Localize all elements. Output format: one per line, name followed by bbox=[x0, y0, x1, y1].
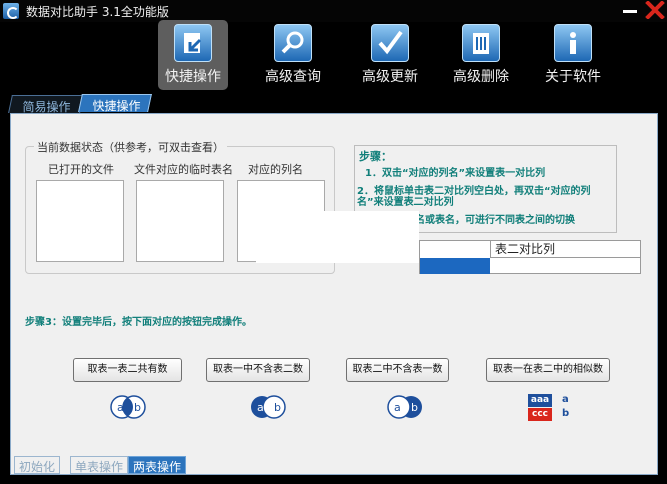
toolbar-label: 快捷操作 bbox=[165, 69, 221, 85]
tab-two-tables[interactable]: 两表操作 bbox=[128, 456, 187, 474]
temp-table-list[interactable] bbox=[136, 180, 224, 262]
similar-icon-top: aaa bbox=[528, 394, 552, 407]
toolbar-quick-operation-button[interactable]: 快捷操作 bbox=[158, 20, 228, 90]
toolbar-label: 高级更新 bbox=[362, 69, 418, 85]
blank-overlay bbox=[256, 211, 419, 263]
group-title: 当前数据状态（供参考，可双击查看） bbox=[34, 139, 227, 155]
toolbar-advanced-query-button[interactable]: 高级查询 bbox=[258, 20, 328, 90]
tab-initialize[interactable]: 初始化 bbox=[14, 456, 61, 474]
column-name-header: 对应的列名 bbox=[248, 163, 303, 176]
toolbar-advanced-delete-button[interactable]: 高级删除 bbox=[446, 20, 516, 90]
tab-simple-operation[interactable]: 简易操作 bbox=[8, 95, 84, 114]
opened-files-list[interactable] bbox=[36, 180, 124, 262]
common-data-button[interactable]: 取表一表二共有数 bbox=[73, 358, 182, 382]
checkmark-icon bbox=[371, 24, 409, 62]
svg-text:a: a bbox=[394, 401, 401, 414]
step-2b-text: 名或表名，可进行不同表之间的切换 bbox=[415, 215, 575, 226]
similar-data-button[interactable]: 取表一在表二中的相似数 bbox=[486, 358, 610, 382]
opened-files-header: 已打开的文件 bbox=[48, 163, 114, 176]
svg-text:b: b bbox=[134, 401, 141, 414]
toolbar-label: 高级删除 bbox=[453, 69, 509, 85]
toolbar-about-button[interactable]: 关于软件 bbox=[538, 20, 608, 90]
title-bar: 数据对比助手 3.1全功能版 bbox=[0, 0, 667, 22]
similar-icon-bottom: ccc bbox=[528, 408, 552, 421]
venn-b-minus-a-icon: a b bbox=[387, 395, 422, 419]
selected-cell[interactable] bbox=[420, 258, 490, 274]
toolbar-label: 高级查询 bbox=[265, 69, 321, 85]
svg-text:a: a bbox=[117, 401, 124, 414]
steps-title: 步骤： bbox=[359, 150, 392, 163]
tab-single-table[interactable]: 单表操作 bbox=[70, 456, 129, 474]
table-header: 表二对比列 bbox=[490, 241, 641, 258]
app-window: 数据对比助手 3.1全功能版 快捷操作 高级查询 高级更新 高级删除 关于软件 bbox=[0, 0, 667, 484]
svg-text:b: b bbox=[411, 401, 418, 414]
step-1-text: 1．双击“对应的列名”来设置表一对比列 bbox=[365, 168, 546, 179]
venn-intersection-icon: a b bbox=[110, 395, 146, 419]
close-icon bbox=[645, 0, 665, 20]
similar-match-icon: aaa ccc a b bbox=[528, 394, 578, 422]
toolbar-label: 关于软件 bbox=[545, 69, 601, 85]
svg-text:b: b bbox=[274, 401, 281, 414]
tab-label: 快捷操作 bbox=[92, 99, 141, 113]
toolbar-advanced-update-button[interactable]: 高级更新 bbox=[355, 20, 425, 90]
svg-text:a: a bbox=[257, 401, 264, 414]
step-2-text: 2．将鼠标单击表二对比列空白处，再双击“对应的列名”来设置表二对比列 bbox=[357, 186, 591, 208]
info-icon bbox=[554, 24, 592, 62]
minimize-button[interactable] bbox=[620, 2, 640, 18]
similar-icon-a: a bbox=[562, 394, 569, 405]
compare-column-table[interactable]: 表二对比列 bbox=[419, 240, 641, 274]
step-3-text: 步骤3：设置完毕后，按下面对应的按钮完成操作。 bbox=[25, 317, 252, 328]
window-title: 数据对比助手 3.1全功能版 bbox=[26, 5, 169, 19]
tab-quick-operation[interactable]: 快捷操作 bbox=[78, 94, 152, 113]
venn-a-minus-b-icon: a b bbox=[251, 395, 286, 419]
search-icon bbox=[274, 24, 312, 62]
close-button[interactable] bbox=[645, 0, 665, 20]
temp-table-header: 文件对应的临时表名 bbox=[134, 163, 233, 176]
table1-not-table2-button[interactable]: 取表一中不含表二数 bbox=[206, 358, 310, 382]
table2-not-table1-button[interactable]: 取表二中不含表一数 bbox=[346, 358, 449, 382]
app-icon bbox=[3, 3, 19, 19]
similar-icon-b: b bbox=[562, 408, 570, 419]
main-panel: 当前数据状态（供参考，可双击查看） 已打开的文件 文件对应的临时表名 对应的列名… bbox=[10, 113, 658, 475]
trash-icon bbox=[462, 24, 500, 62]
quick-operation-icon bbox=[174, 24, 212, 62]
